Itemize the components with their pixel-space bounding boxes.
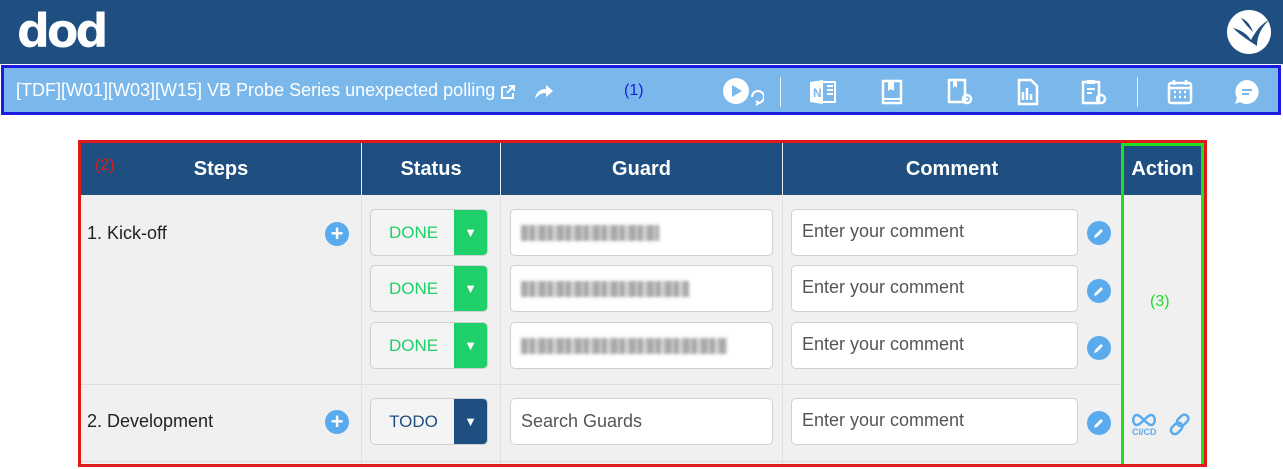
guard-field[interactable] bbox=[510, 209, 773, 256]
table-header: (2) Steps Status Guard Comment Action bbox=[81, 143, 1204, 195]
column-divider bbox=[500, 195, 501, 464]
guard-search-input[interactable]: Search Guards bbox=[510, 398, 773, 445]
book-settings-icon[interactable] bbox=[946, 78, 974, 106]
comment-placeholder: Enter your comment bbox=[802, 277, 965, 297]
document-toolbar: [TDF][W01][W03][W15] VB Probe Series une… bbox=[1, 65, 1281, 115]
share-icon[interactable] bbox=[530, 78, 558, 106]
clipboard-settings-icon[interactable] bbox=[1080, 78, 1108, 106]
comment-field[interactable]: Enter your comment bbox=[791, 265, 1078, 312]
comment-placeholder: Enter your comment bbox=[802, 221, 965, 241]
guard-field[interactable] bbox=[510, 265, 773, 312]
status-value: DONE bbox=[388, 279, 439, 298]
comment-placeholder: Enter your comment bbox=[802, 410, 965, 430]
chevron-down-icon: ▼ bbox=[454, 210, 487, 255]
guard-placeholder: Search Guards bbox=[521, 411, 643, 431]
edit-comment-icon[interactable] bbox=[1087, 411, 1111, 435]
onenote-icon[interactable]: N bbox=[809, 78, 837, 106]
status-value: TODO bbox=[389, 412, 438, 431]
header-comment: Comment bbox=[905, 158, 999, 180]
document-title: [TDF][W01][W03][W15] VB Probe Series une… bbox=[16, 80, 496, 100]
comment-placeholder: Enter your comment bbox=[802, 334, 965, 354]
chevron-down-icon: ▼ bbox=[454, 399, 487, 444]
chevron-down-icon: ▼ bbox=[454, 323, 487, 368]
toolbar-separator bbox=[780, 77, 781, 107]
edit-comment-icon[interactable] bbox=[1087, 221, 1111, 245]
row-divider bbox=[81, 384, 1121, 385]
external-link-icon[interactable] bbox=[494, 78, 522, 106]
app-header: dod bbox=[0, 0, 1283, 64]
guard-field[interactable] bbox=[510, 322, 773, 369]
table-body: 1. Kick-off + DONE ▼ Enter your comment … bbox=[81, 195, 1204, 464]
status-select[interactable]: TODO ▼ bbox=[370, 398, 488, 445]
file-chart-icon[interactable] bbox=[1014, 78, 1042, 106]
add-entry-icon[interactable]: + bbox=[325, 222, 349, 246]
column-divider bbox=[361, 195, 362, 464]
chevron-down-icon: ▼ bbox=[454, 266, 487, 311]
comment-field[interactable]: Enter your comment bbox=[791, 209, 1078, 256]
bird-icon[interactable] bbox=[1227, 10, 1271, 54]
annotation-1: (1) bbox=[624, 82, 644, 99]
status-select[interactable]: DONE ▼ bbox=[370, 322, 488, 369]
book-icon[interactable] bbox=[878, 78, 906, 106]
header-guard: Guard bbox=[612, 158, 671, 180]
step-label: 1. Kick-off bbox=[87, 223, 167, 243]
edit-comment-icon[interactable] bbox=[1087, 336, 1111, 360]
annotation-3: (3) bbox=[1150, 293, 1170, 310]
comment-field[interactable]: Enter your comment bbox=[791, 398, 1078, 445]
step-label: 2. Development bbox=[87, 411, 214, 431]
steps-table: (2) Steps Status Guard Comment Action 1.… bbox=[78, 140, 1207, 467]
row-divider bbox=[81, 461, 1121, 462]
add-entry-icon[interactable]: + bbox=[325, 410, 349, 434]
calendar-icon[interactable] bbox=[1166, 78, 1194, 106]
status-select[interactable]: DONE ▼ bbox=[370, 265, 488, 312]
column-divider bbox=[782, 195, 783, 464]
guard-value-redacted bbox=[521, 281, 689, 297]
guard-value-redacted bbox=[521, 338, 727, 354]
svg-text:N: N bbox=[813, 86, 822, 100]
header-status: Status bbox=[400, 158, 462, 180]
edit-comment-icon[interactable] bbox=[1087, 279, 1111, 303]
chat-icon[interactable] bbox=[1233, 78, 1261, 106]
toolbar-separator bbox=[1137, 77, 1138, 107]
status-select[interactable]: DONE ▼ bbox=[370, 209, 488, 256]
header-steps: Steps bbox=[193, 158, 249, 180]
status-value: DONE bbox=[388, 336, 439, 355]
play-refresh-icon[interactable] bbox=[722, 78, 764, 106]
status-value: DONE bbox=[388, 223, 439, 242]
guard-value-redacted bbox=[521, 225, 659, 241]
app-logo[interactable]: dod bbox=[17, 6, 108, 56]
comment-field[interactable]: Enter your comment bbox=[791, 322, 1078, 369]
